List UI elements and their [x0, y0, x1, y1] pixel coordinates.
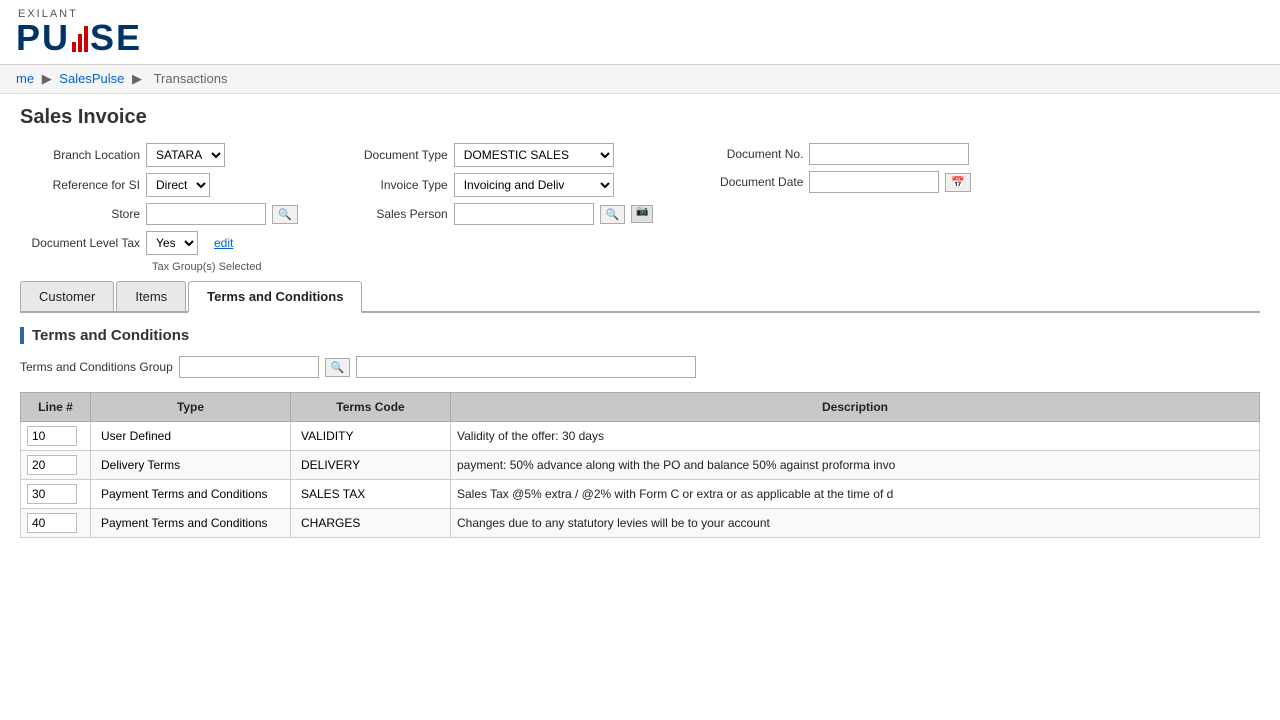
cell-desc-1: payment: 50% advance along with the PO a… [451, 451, 1260, 480]
doc-date-label: Document Date [683, 175, 803, 189]
breadcrumb-salespulse[interactable]: SalesPulse [59, 71, 124, 86]
invoice-type-label: Invoice Type [328, 178, 448, 192]
cell-code-3[interactable] [291, 509, 451, 538]
form-area: Branch Location SATARA Reference for SI … [20, 143, 1260, 273]
branch-label: Branch Location [20, 148, 140, 162]
tnc-group-label: Terms and Conditions Group [20, 360, 173, 374]
store-input[interactable]: FGS [146, 203, 266, 225]
tnc-group-code-input[interactable]: SALES T N C [179, 356, 319, 378]
cell-desc-0: Validity of the offer: 30 days [451, 422, 1260, 451]
logo: EXILANT P U SE [16, 8, 142, 56]
table-row: Sales Tax @5% extra / @2% with Form C or… [21, 480, 1260, 509]
cell-type-3[interactable] [91, 509, 291, 538]
doc-type-label: Document Type [328, 148, 448, 162]
sales-person-input[interactable]: admin [454, 203, 594, 225]
table-row: payment: 50% advance along with the PO a… [21, 451, 1260, 480]
camera-icon[interactable]: 📷 [631, 205, 653, 223]
breadcrumb-transactions: Transactions [154, 71, 228, 86]
store-search-btn[interactable]: 🔍 [272, 205, 298, 224]
doc-tax-label: Document Level Tax [20, 236, 140, 250]
breadcrumb-sep2: ▶ [132, 71, 146, 86]
header-terms-code: Terms Code [291, 393, 451, 422]
header-type: Type [91, 393, 291, 422]
tnc-group-search-btn[interactable]: 🔍 [325, 358, 351, 377]
pulse-logo: P U SE [16, 20, 142, 56]
header-description: Description [451, 393, 1260, 422]
invoice-type-row: Invoice Type Invoicing and Deliv [328, 173, 654, 197]
store-row: Store FGS 🔍 [20, 203, 298, 225]
table-header-row: Line # Type Terms Code Description [21, 393, 1260, 422]
doc-no-input[interactable] [809, 143, 969, 165]
doc-tax-select[interactable]: Yes [146, 231, 198, 255]
doc-date-input[interactable]: 5-Sep-2014 [809, 171, 939, 193]
cell-line-1[interactable] [21, 451, 91, 480]
cell-type-0[interactable] [91, 422, 291, 451]
doc-tax-row: Document Level Tax Yes edit [20, 231, 298, 255]
bar1 [72, 42, 76, 52]
table-row: Changes due to any statutory levies will… [21, 509, 1260, 538]
tabs: Customer Items Terms and Conditions [20, 281, 1260, 313]
terms-section-title: Terms and Conditions [20, 327, 1260, 344]
reference-select[interactable]: Direct [146, 173, 210, 197]
reference-row: Reference for SI Direct [20, 173, 298, 197]
breadcrumb: me ▶ SalesPulse ▶ Transactions [0, 65, 1280, 94]
store-label: Store [20, 207, 140, 221]
cell-line-3[interactable] [21, 509, 91, 538]
branch-row: Branch Location SATARA [20, 143, 298, 167]
invoice-type-select[interactable]: Invoicing and Deliv [454, 173, 614, 197]
cell-line-0[interactable] [21, 422, 91, 451]
cell-type-2[interactable] [91, 480, 291, 509]
tax-group-row: Tax Group(s) Selected [20, 261, 298, 273]
cell-code-1[interactable] [291, 451, 451, 480]
reference-label: Reference for SI [20, 178, 140, 192]
header-line: Line # [21, 393, 91, 422]
cell-desc-2: Sales Tax @5% extra / @2% with Form C or… [451, 480, 1260, 509]
terms-table: Line # Type Terms Code Description Valid… [20, 392, 1260, 538]
calendar-btn[interactable]: 📅 [945, 173, 971, 192]
tab-items[interactable]: Items [116, 281, 186, 311]
sales-person-label: Sales Person [328, 207, 448, 221]
form-col-right: Document No. Document Date 5-Sep-2014 📅 [683, 143, 971, 273]
cell-line-2[interactable] [21, 480, 91, 509]
pulse-se: SE [90, 20, 142, 56]
tnc-group-row: Terms and Conditions Group SALES T N C 🔍… [20, 356, 1260, 378]
doc-type-row: Document Type DOMESTIC SALES [328, 143, 654, 167]
form-col-left: Branch Location SATARA Reference for SI … [20, 143, 298, 273]
table-row: Validity of the offer: 30 days [21, 422, 1260, 451]
tnc-group-desc-input[interactable]: Sales Terms and Conditions [356, 356, 696, 378]
sales-person-row: Sales Person admin 🔍 📷 [328, 203, 654, 225]
cell-code-0[interactable] [291, 422, 451, 451]
cell-code-2[interactable] [291, 480, 451, 509]
breadcrumb-sep1: ▶ [42, 71, 56, 86]
bar3 [84, 26, 88, 52]
page-content: Sales Invoice Branch Location SATARA Ref… [0, 94, 1280, 550]
cell-desc-3: Changes due to any statutory levies will… [451, 509, 1260, 538]
terms-section: Terms and Conditions Terms and Condition… [20, 327, 1260, 538]
sales-person-search-btn[interactable]: 🔍 [600, 205, 626, 224]
tab-customer[interactable]: Customer [20, 281, 114, 311]
pulse-u: U [42, 20, 70, 56]
tab-terms-and-conditions[interactable]: Terms and Conditions [188, 281, 362, 313]
cell-type-1[interactable] [91, 451, 291, 480]
doc-no-row: Document No. [683, 143, 971, 165]
form-col-middle: Document Type DOMESTIC SALES Invoice Typ… [328, 143, 654, 273]
tax-group-note: Tax Group(s) Selected [152, 261, 261, 273]
top-bar: EXILANT P U SE [0, 0, 1280, 65]
pulse-p: P [16, 20, 42, 56]
edit-link[interactable]: edit [214, 236, 233, 250]
page-title: Sales Invoice [20, 106, 1260, 129]
breadcrumb-home[interactable]: me [16, 71, 34, 86]
branch-select[interactable]: SATARA [146, 143, 225, 167]
doc-no-label: Document No. [683, 147, 803, 161]
doc-type-select[interactable]: DOMESTIC SALES [454, 143, 614, 167]
doc-date-row: Document Date 5-Sep-2014 📅 [683, 171, 971, 193]
bar2 [78, 34, 82, 52]
bar-chart-icon [72, 24, 88, 52]
